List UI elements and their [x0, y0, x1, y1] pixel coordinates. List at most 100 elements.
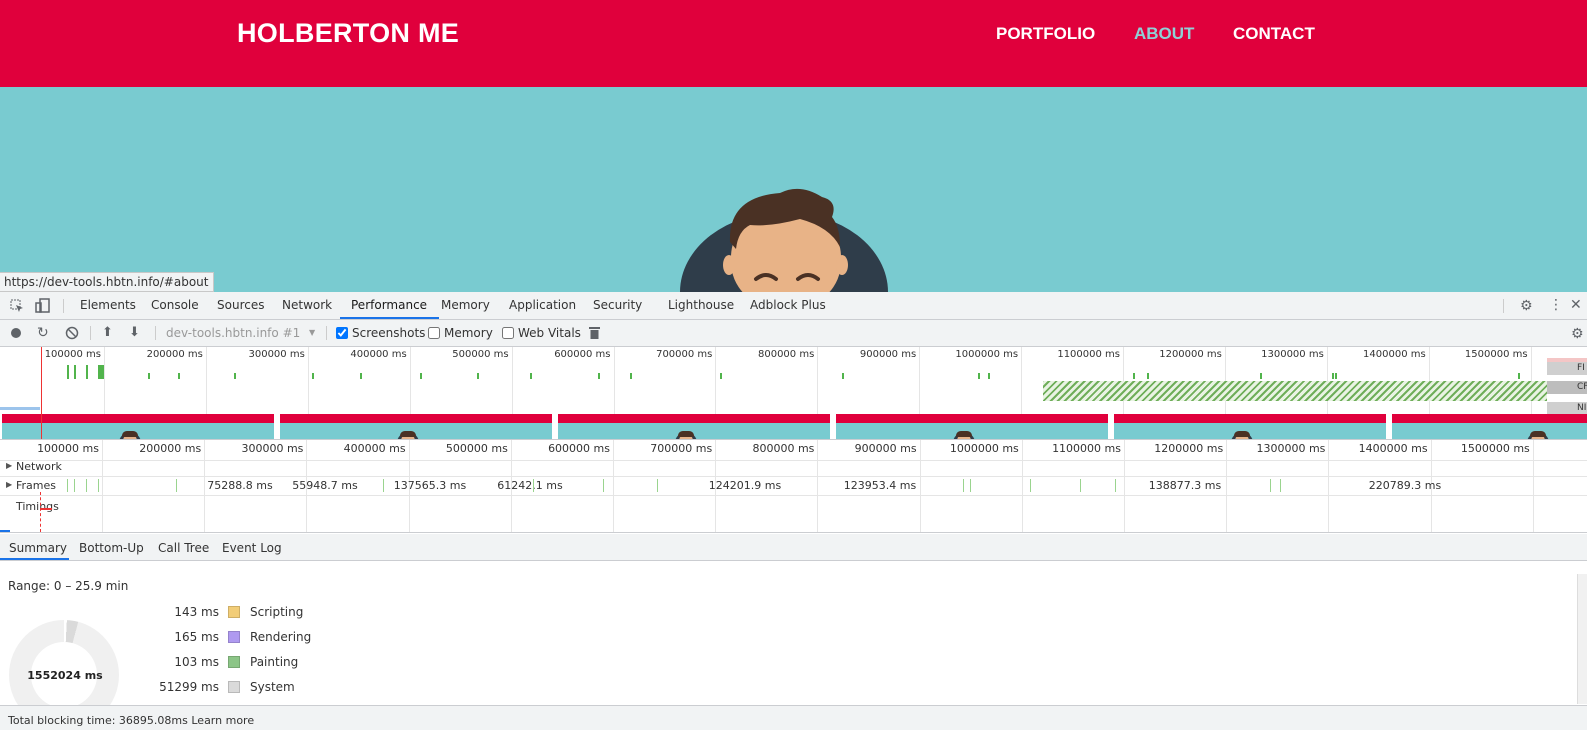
fps-bar — [148, 373, 150, 379]
filmstrip-frame[interactable] — [1392, 414, 1587, 439]
filmstrip-frame[interactable] — [836, 414, 1108, 439]
screenshots-label: Screenshots — [352, 326, 426, 340]
overview-tick-label: 900000 ms — [859, 349, 917, 360]
upload-profile-icon[interactable]: ⬆ — [102, 326, 113, 339]
tab-summary[interactable]: Summary — [9, 541, 67, 555]
legend-row-rendering: 165 ms Rendering — [0, 630, 320, 646]
overview-tick-label: 400000 ms — [350, 349, 407, 360]
tab-event-log[interactable]: Event Log — [222, 541, 282, 555]
flame-tick-label: 800000 ms — [752, 442, 815, 455]
flame-tick-label: 200000 ms — [139, 442, 202, 455]
tab-call-tree[interactable]: Call Tree — [158, 541, 209, 555]
filmstrip-frame[interactable] — [558, 414, 830, 439]
track-timings[interactable]: Timings — [16, 500, 59, 513]
frame-duration-label[interactable]: 138877.3 ms — [1135, 479, 1235, 492]
tab-console[interactable]: Console — [151, 298, 199, 312]
overview-tick-label: 1000000 ms — [955, 349, 1019, 360]
flame-tick-label: 1100000 ms — [1052, 442, 1121, 455]
tab-network[interactable]: Network — [282, 298, 332, 312]
track-frames[interactable]: Frames — [16, 479, 56, 492]
tab-adblock-plus[interactable]: Adblock Plus — [750, 298, 826, 312]
screenshots-checkbox[interactable]: Screenshots — [336, 326, 425, 340]
expand-network-icon[interactable]: ▶ — [6, 461, 12, 470]
flame-tick-label: 600000 ms — [548, 442, 610, 455]
tab-bottom-up[interactable]: Bottom-Up — [79, 541, 144, 555]
download-profile-icon[interactable]: ⬇ — [129, 326, 140, 339]
fps-bar — [1147, 373, 1149, 379]
overview-tick-label: 700000 ms — [656, 349, 713, 360]
fps-bar — [74, 365, 76, 379]
tab-elements[interactable]: Elements — [80, 298, 136, 312]
screenshots-checkbox-input[interactable] — [336, 327, 348, 339]
record-icon[interactable] — [10, 327, 22, 342]
overview-selection-cursor[interactable] — [41, 347, 42, 439]
timing-marker[interactable] — [40, 500, 52, 510]
tab-performance[interactable]: Performance — [351, 298, 427, 312]
frame-marker — [1080, 479, 1081, 492]
web-vitals-checkbox-input[interactable] — [502, 327, 514, 339]
tab-memory[interactable]: Memory — [441, 298, 490, 312]
filmstrip-frame[interactable] — [1114, 414, 1386, 439]
legend-value: 143 ms — [174, 605, 219, 619]
close-devtools-icon[interactable]: ✕ — [1570, 298, 1582, 312]
clear-icon[interactable] — [65, 326, 79, 343]
flame-chart[interactable]: 100000 ms 200000 ms 300000 ms 400000 ms 5000… — [0, 440, 1587, 533]
timeline-overview[interactable]: 100000 ms 200000 ms 300000 ms 400000 ms 5000… — [0, 347, 1587, 440]
track-divider — [0, 476, 1587, 477]
toolbar-separator — [326, 326, 327, 340]
site-brand[interactable]: HOLBERTON ME — [237, 18, 459, 49]
fps-bar — [67, 365, 69, 379]
frame-duration-label[interactable]: 55948.7 ms — [275, 479, 375, 492]
tab-security[interactable]: Security — [593, 298, 642, 312]
legend-label: Rendering — [250, 630, 312, 644]
nav-contact[interactable]: CONTACT — [1233, 24, 1315, 44]
overview-tick-label: 1100000 ms — [1057, 349, 1120, 360]
overview-tick-label: 300000 ms — [248, 349, 305, 360]
tab-application[interactable]: Application — [509, 298, 576, 312]
collect-garbage-icon[interactable] — [589, 326, 600, 342]
flame-tick-label: 1300000 ms — [1256, 442, 1326, 455]
flame-tick-label: 400000 ms — [343, 442, 406, 455]
fps-bar — [720, 373, 722, 379]
filmstrip-frame[interactable] — [280, 414, 552, 439]
overview-tick-label: 1200000 ms — [1159, 349, 1222, 360]
nav-portfolio[interactable]: PORTFOLIO — [996, 24, 1095, 44]
details-tab-bar: Summary Bottom-Up Call Tree Event Log — [0, 534, 1587, 561]
dropdown-arrow-icon[interactable]: ▼ — [309, 329, 315, 337]
fps-bar — [420, 373, 422, 379]
flame-tick-label: 16( — [1522, 442, 1587, 455]
recording-select[interactable]: dev-tools.hbtn.info #1 — [166, 326, 300, 340]
frame-duration-label[interactable]: 124201.9 ms — [695, 479, 795, 492]
frame-marker — [1270, 479, 1271, 492]
device-toolbar-icon[interactable] — [35, 298, 50, 316]
tab-lighthouse[interactable]: Lighthouse — [668, 298, 734, 312]
memory-checkbox-input[interactable] — [428, 327, 440, 339]
fps-bar — [1335, 373, 1337, 379]
expand-frames-icon[interactable]: ▶ — [6, 480, 12, 489]
flame-tick-label: 1000000 ms — [949, 442, 1019, 455]
reload-record-icon[interactable]: ↻ — [37, 326, 49, 340]
details-scrollbar[interactable] — [1577, 574, 1587, 704]
capture-settings-gear-icon[interactable]: ⚙ — [1571, 327, 1584, 341]
legend-swatch — [228, 606, 240, 618]
frame-marker — [86, 479, 87, 492]
frame-duration-label[interactable]: 61242.1 ms — [480, 479, 580, 492]
memory-label: Memory — [444, 326, 493, 340]
settings-gear-icon[interactable]: ⚙ — [1520, 299, 1533, 313]
memory-checkbox[interactable]: Memory — [428, 326, 493, 340]
tab-separator — [63, 299, 64, 313]
more-options-icon[interactable]: ⋮ — [1549, 298, 1563, 312]
hero-section — [0, 87, 1587, 292]
inspect-element-icon[interactable] — [10, 299, 24, 316]
web-vitals-checkbox[interactable]: Web Vitals — [502, 326, 581, 340]
filmstrip-frame[interactable] — [2, 414, 274, 439]
legend-label: Painting — [250, 655, 299, 669]
nav-about[interactable]: ABOUT — [1134, 24, 1194, 44]
track-network[interactable]: Network — [16, 460, 62, 473]
frame-marker — [533, 479, 534, 492]
scroll-indicator — [0, 530, 10, 532]
frame-duration-label[interactable]: 137565.3 ms — [380, 479, 480, 492]
tab-sources[interactable]: Sources — [217, 298, 264, 312]
frame-duration-label[interactable]: 123953.4 ms — [830, 479, 930, 492]
frame-duration-label[interactable]: 220789.3 ms — [1355, 479, 1455, 492]
